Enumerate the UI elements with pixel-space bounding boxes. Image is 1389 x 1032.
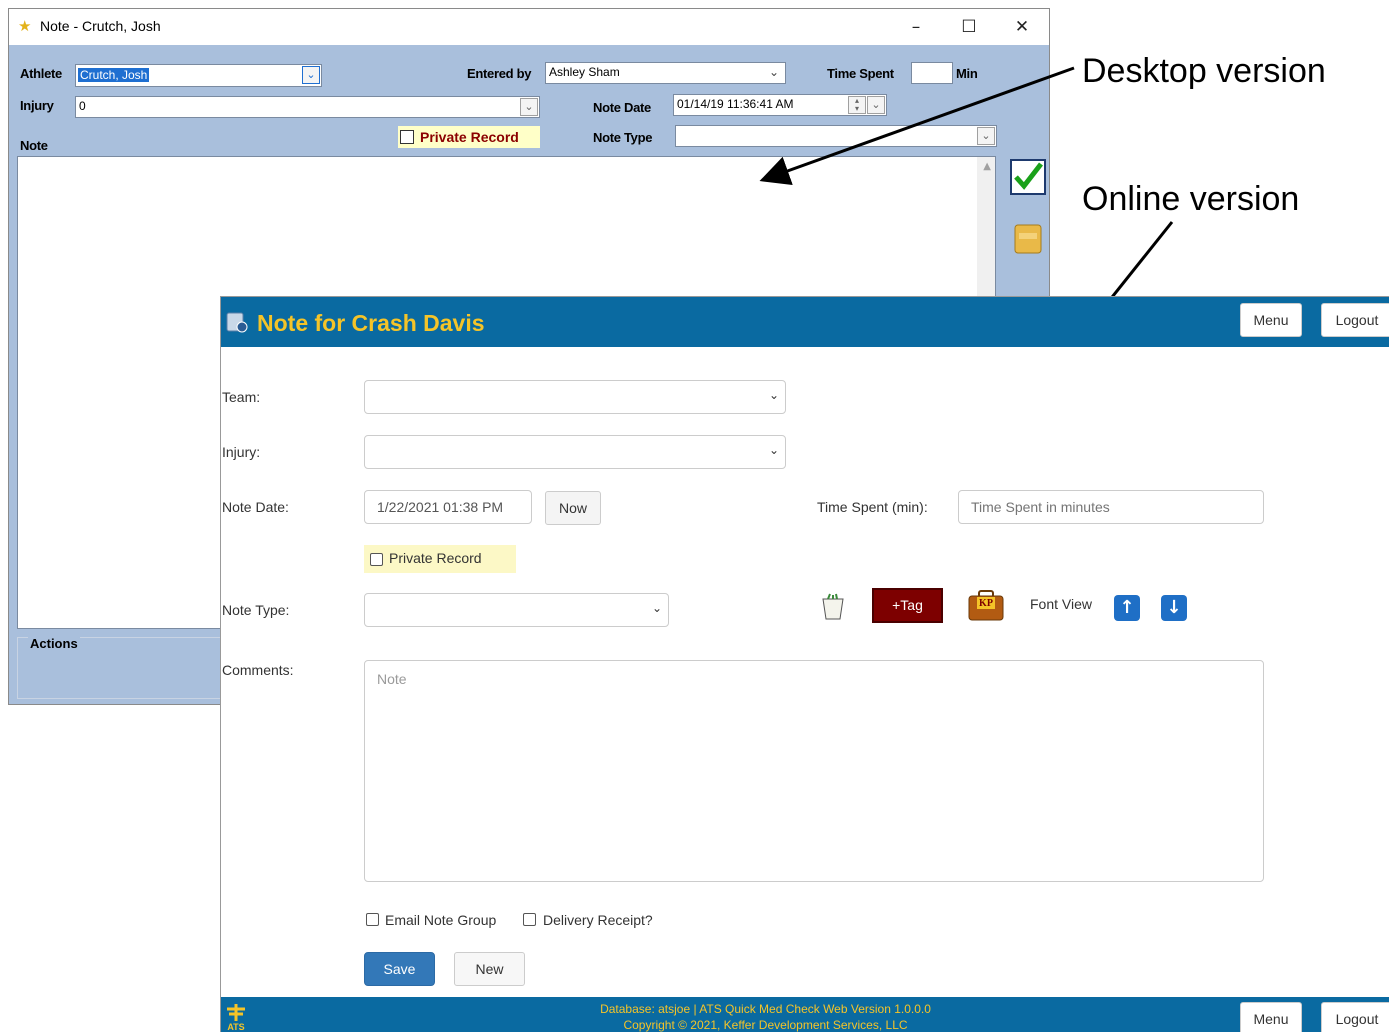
note-date-label: Note Date:	[222, 499, 289, 515]
entered-by-value: Ashley Sham	[549, 65, 620, 79]
actions-label: Actions	[28, 636, 80, 651]
now-button[interactable]: Now	[545, 491, 601, 525]
star-icon: ★	[18, 17, 32, 35]
maximize-button[interactable]: ☐	[949, 14, 989, 40]
comments-textarea[interactable]: Note	[364, 660, 1264, 882]
note-type-label: Note Type:	[222, 602, 290, 618]
time-spent-input[interactable]	[911, 62, 953, 84]
checkbox-icon[interactable]	[400, 130, 414, 144]
online-version-annotation: Online version	[1082, 180, 1300, 218]
athlete-value: Crutch, Josh	[78, 68, 150, 82]
footer-logout-button[interactable]: Logout	[1321, 1002, 1389, 1032]
time-spent-unit: Min	[956, 66, 978, 81]
comments-placeholder: Note	[377, 671, 407, 687]
note-app-icon	[226, 312, 248, 333]
spinner-icon[interactable]: ▴ ▾	[848, 96, 866, 114]
footer-copyright-text: Copyright © 2021, Keffer Development Ser…	[623, 1018, 908, 1032]
close-button[interactable]: ✕	[1002, 14, 1042, 40]
online-header: Note for Crash Davis Menu Logout	[221, 297, 1389, 347]
chevron-down-icon[interactable]: ⌄	[302, 66, 320, 84]
athlete-select[interactable]: Crutch, Josh ⌄	[75, 64, 322, 87]
chevron-down-icon: ⌄	[768, 65, 779, 79]
chevron-down-icon[interactable]: ⌄	[977, 127, 995, 145]
note-type-select[interactable]: ⌄	[675, 125, 997, 147]
entered-by-label: Entered by	[467, 66, 532, 81]
private-record-checkbox[interactable]: Private Record	[364, 545, 516, 573]
minimize-button[interactable]: –	[896, 14, 936, 40]
chevron-down-icon: ⌄	[651, 601, 662, 615]
checkmark-save-icon[interactable]	[1010, 159, 1046, 195]
time-spent-input[interactable]	[958, 490, 1264, 524]
save-button[interactable]: Save	[364, 952, 435, 986]
note-label: Note	[20, 138, 48, 153]
cup-icon[interactable]	[819, 593, 847, 621]
new-button[interactable]: New	[454, 952, 525, 986]
injury-label: Injury	[20, 98, 54, 113]
notes-icon[interactable]	[1010, 219, 1046, 255]
private-record-checkbox[interactable]: Private Record	[398, 126, 540, 148]
time-spent-label: Time Spent (min):	[817, 499, 928, 515]
chevron-down-icon: ⌄	[768, 388, 779, 402]
chevron-down-icon: ⌄	[768, 443, 779, 457]
private-record-label: Private Record	[389, 550, 482, 566]
time-spent-label: Time Spent	[827, 66, 894, 81]
online-footer: ATS Database: atsjoe | ATS Quick Med Che…	[221, 997, 1389, 1032]
scroll-up-icon[interactable]: ▲	[983, 161, 991, 172]
kp-briefcase-icon[interactable]: KP	[968, 590, 1004, 622]
desktop-titlebar: ★ Note - Crutch, Josh – ☐ ✕	[9, 9, 1049, 45]
footer-version-text: Database: atsjoe | ATS Quick Med Check W…	[600, 1002, 931, 1016]
note-date-picker[interactable]: 01/14/19 11:36:41 AM ▴ ▾ ⌄	[673, 94, 887, 116]
font-increase-arrow-up-icon[interactable]: ↑	[1114, 595, 1140, 621]
injury-select[interactable]: 0 ⌄	[75, 96, 540, 118]
note-date-value: 01/14/19 11:36:41 AM	[677, 97, 794, 111]
note-date-label: Note Date	[593, 100, 651, 115]
note-type-select[interactable]: ⌄	[364, 593, 669, 627]
logout-button[interactable]: Logout	[1321, 303, 1389, 337]
note-date-input[interactable]: 1/22/2021 01:38 PM	[364, 490, 532, 524]
kp-icon-text: KP	[979, 598, 993, 609]
private-record-label: Private Record	[420, 129, 519, 145]
desktop-window-title: Note - Crutch, Josh	[40, 18, 161, 34]
font-decrease-arrow-down-icon[interactable]: ↓	[1161, 595, 1187, 621]
add-tag-button[interactable]: +Tag	[872, 588, 943, 623]
chevron-down-icon[interactable]: ⌄	[867, 96, 885, 114]
footer-menu-button[interactable]: Menu	[1240, 1002, 1302, 1032]
checkbox-icon[interactable]	[370, 553, 383, 566]
email-note-group-label: Email Note Group	[385, 912, 497, 928]
injury-select[interactable]: ⌄	[364, 435, 786, 469]
font-view-label: Font View	[1030, 596, 1092, 612]
online-window: Note for Crash Davis Menu Logout Team: ⌄…	[220, 296, 1389, 1032]
note-type-label: Note Type	[593, 130, 653, 145]
email-note-group-checkbox[interactable]	[366, 913, 379, 926]
injury-label: Injury:	[222, 444, 261, 460]
team-select[interactable]: ⌄	[364, 380, 786, 414]
delivery-receipt-label: Delivery Receipt?	[543, 912, 653, 928]
team-label: Team:	[222, 389, 261, 405]
comments-label: Comments:	[222, 662, 294, 678]
injury-value: 0	[79, 99, 86, 113]
entered-by-select[interactable]: Ashley Sham ⌄	[545, 62, 786, 84]
athlete-label: Athlete	[20, 66, 62, 81]
online-page-title: Note for Crash Davis	[257, 310, 485, 336]
chevron-down-icon[interactable]: ⌄	[520, 98, 538, 116]
delivery-receipt-checkbox[interactable]	[523, 913, 536, 926]
desktop-version-annotation: Desktop version	[1082, 52, 1326, 90]
menu-button[interactable]: Menu	[1240, 303, 1302, 337]
